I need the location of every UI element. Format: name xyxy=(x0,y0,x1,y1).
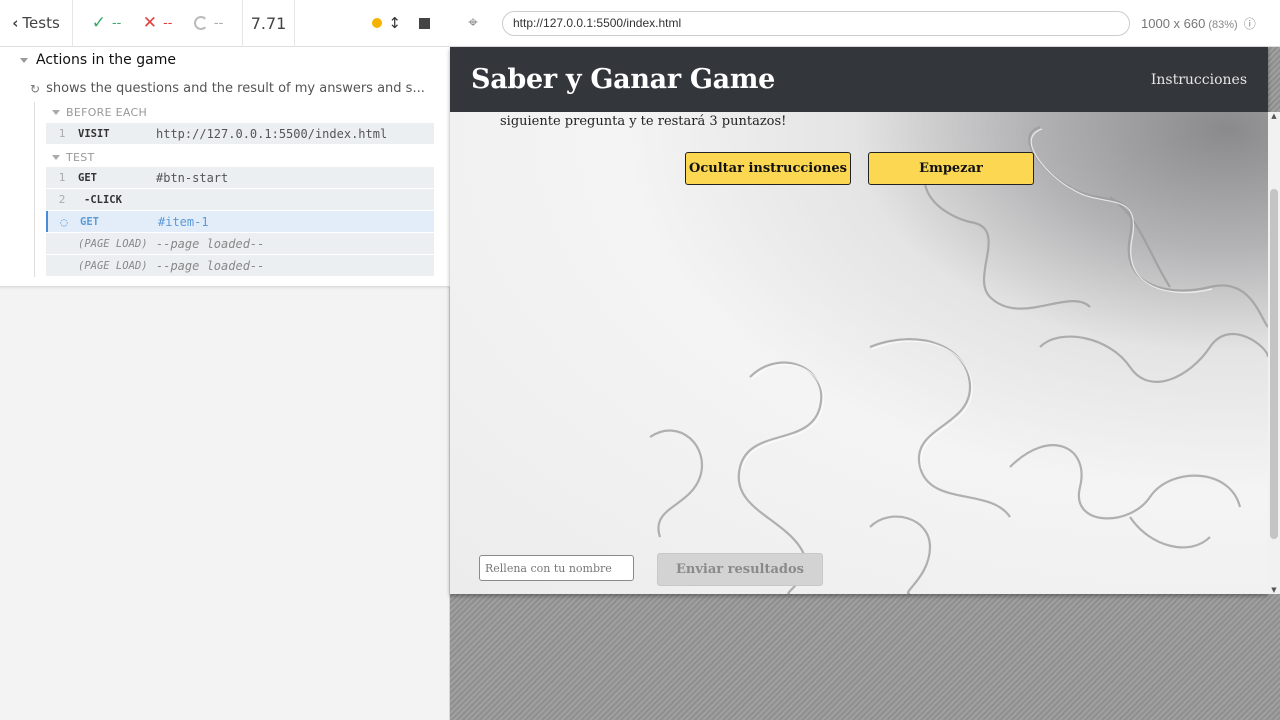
viewport-size: 1000 x 660 xyxy=(1141,15,1206,31)
reporter-panel: ‹ Tests ✓ -- ✕ -- -- 7.71 ↕ Actions in t… xyxy=(0,0,450,720)
instructions-link[interactable]: Instrucciones xyxy=(1151,72,1247,88)
test-stats: ✓ -- ✕ -- -- xyxy=(73,0,243,47)
command-row[interactable]: 1 GET #btn-start xyxy=(46,167,434,188)
passed-stat: ✓ -- xyxy=(92,13,122,33)
running-indicator-icon xyxy=(372,18,383,28)
passed-count: -- xyxy=(111,15,122,31)
command-message: #btn-start xyxy=(156,170,229,185)
collapse-triangle-icon xyxy=(20,57,28,63)
command-row-active[interactable]: ◌ GET #item-1 xyxy=(46,211,434,232)
reporter-header: ‹ Tests ✓ -- ✕ -- -- 7.71 ↕ xyxy=(0,0,450,47)
aut-header: ⌖ http://127.0.0.1:5500/index.html 1000 … xyxy=(450,0,1280,47)
command-message: http://127.0.0.1:5500/index.html xyxy=(156,126,388,141)
pending-stat: -- xyxy=(193,15,224,31)
hide-instructions-button[interactable]: Ocultar instrucciones xyxy=(685,152,851,185)
info-icon[interactable]: ⓘ xyxy=(1244,15,1256,32)
puzzle-lines xyxy=(649,125,1268,594)
collapse-triangle-icon xyxy=(52,110,60,115)
runnable-list: Actions in the game ↻ shows the question… xyxy=(0,47,450,287)
viewport-info: 1000 x 660 (83%) xyxy=(1141,16,1238,31)
name-input[interactable]: Rellena con tu nombre xyxy=(479,555,634,581)
before-each-hook[interactable]: BEFORE EACH xyxy=(52,106,147,119)
test-title[interactable]: ↻ shows the questions and the result of … xyxy=(30,81,425,96)
command-row[interactable]: 1 VISIT http://127.0.0.1:5500/index.html xyxy=(46,123,434,144)
instructions-text: siguiente pregunta y te restará 3 puntaz… xyxy=(500,114,787,129)
command-message: --page loaded-- xyxy=(156,236,265,251)
command-message: --page loaded-- xyxy=(156,258,265,273)
scroll-up-icon[interactable]: ▲ xyxy=(1268,112,1280,120)
failed-stat: ✕ -- xyxy=(143,13,173,33)
command-number: 2 xyxy=(58,193,66,206)
failed-count: -- xyxy=(163,15,173,31)
run-controls: ↕ xyxy=(295,0,450,47)
command-number: 1 xyxy=(58,127,66,140)
command-name: VISIT xyxy=(78,127,110,140)
stop-button[interactable] xyxy=(419,17,430,29)
chevron-left-icon: ‹ xyxy=(12,14,19,32)
command-name: GET xyxy=(78,171,97,184)
app-frame: Saber y Ganar Game Instrucciones siguien… xyxy=(450,47,1268,594)
auto-scroll-toggle-icon[interactable]: ↕ xyxy=(388,14,401,32)
tests-back-button[interactable]: ‹ Tests xyxy=(0,0,73,47)
command-name: (PAGE LOAD) xyxy=(78,259,148,272)
command-number: 1 xyxy=(58,171,66,184)
command-name: (PAGE LOAD) xyxy=(78,237,148,250)
loading-spinner-icon: ◌ xyxy=(60,214,68,229)
pending-count: -- xyxy=(213,15,224,31)
command-message: #item-1 xyxy=(158,214,209,229)
app-scrollbar[interactable]: ▲ ▼ xyxy=(1268,112,1280,594)
test-hook[interactable]: TEST xyxy=(52,151,95,164)
command-row[interactable]: (PAGE LOAD) --page loaded-- xyxy=(46,255,434,276)
puzzle-background-image xyxy=(450,47,1268,594)
tree-line xyxy=(34,102,35,277)
start-button[interactable]: Empezar xyxy=(868,152,1034,185)
selector-playground-icon[interactable]: ⌖ xyxy=(450,13,496,33)
suite-title[interactable]: Actions in the game xyxy=(20,52,176,68)
command-row[interactable]: (PAGE LOAD) --page loaded-- xyxy=(46,233,434,254)
command-name: GET xyxy=(80,215,99,228)
pending-ring-icon xyxy=(193,16,208,30)
scroll-thumb[interactable] xyxy=(1270,189,1278,539)
command-name: -CLICK xyxy=(84,193,122,206)
command-row[interactable]: 2 -CLICK xyxy=(46,189,434,210)
send-results-button[interactable]: Enviar resultados xyxy=(657,553,823,586)
viewport-scale: (83%) xyxy=(1208,18,1238,31)
refresh-icon: ↻ xyxy=(30,81,41,96)
navbar: Saber y Ganar Game Instrucciones xyxy=(450,47,1268,112)
url-bar[interactable]: http://127.0.0.1:5500/index.html xyxy=(502,10,1130,36)
check-icon: ✓ xyxy=(91,13,106,33)
tests-label: Tests xyxy=(22,14,60,32)
scroll-down-icon[interactable]: ▼ xyxy=(1268,586,1280,594)
brand-title[interactable]: Saber y Ganar Game xyxy=(471,64,775,95)
collapse-triangle-icon xyxy=(52,155,60,160)
x-icon: ✕ xyxy=(142,13,158,33)
duration: 7.71 xyxy=(243,0,295,47)
